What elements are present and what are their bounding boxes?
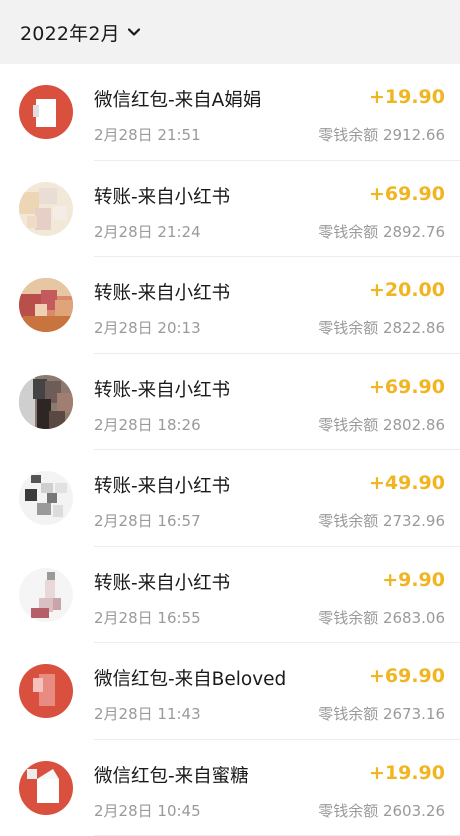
transaction-time: 2月28日 16:57 xyxy=(94,510,201,531)
transaction-row[interactable]: 转账-来自小红书 2月28日 18:26 +69.90 零钱余额 2802.86 xyxy=(0,354,460,451)
transaction-time: 2月28日 21:51 xyxy=(94,124,201,145)
transaction-balance: 零钱余额 2603.26 xyxy=(318,800,445,821)
transaction-row[interactable]: 微信红包-来自蜜糖 2月28日 10:45 +19.90 零钱余额 2603.2… xyxy=(0,740,460,836)
transaction-balance: 零钱余额 2683.06 xyxy=(318,607,445,628)
transaction-time: 2月28日 21:24 xyxy=(94,221,201,242)
transaction-row[interactable]: 转账-来自小红书 2月28日 16:57 +49.90 零钱余额 2732.96 xyxy=(0,450,460,547)
transaction-row[interactable]: 转账-来自小红书 2月28日 16:55 +9.90 零钱余额 2683.06 xyxy=(0,547,460,644)
chevron-down-icon xyxy=(127,25,141,39)
transaction-list: 微信红包-来自A娟娟 2月28日 21:51 +19.90 零钱余额 2912.… xyxy=(0,64,460,836)
red-packet-avatar xyxy=(19,664,73,718)
transaction-amount: +69.90 xyxy=(369,183,445,205)
transaction-balance: 零钱余额 2822.86 xyxy=(318,317,445,338)
blurred-user-avatar xyxy=(19,471,73,525)
transaction-time: 2月28日 20:13 xyxy=(94,317,201,338)
header: 2022年2月 xyxy=(0,0,460,64)
month-label: 2022年2月 xyxy=(20,19,120,46)
transaction-title: 转账-来自小红书 xyxy=(94,472,230,498)
transaction-title: 转账-来自小红书 xyxy=(94,183,230,209)
transaction-amount: +19.90 xyxy=(369,86,445,108)
transaction-title: 微信红包-来自A娟娟 xyxy=(94,86,261,112)
transaction-amount: +69.90 xyxy=(369,376,445,398)
red-packet-avatar xyxy=(19,761,73,815)
transaction-row[interactable]: 转账-来自小红书 2月28日 21:24 +69.90 零钱余额 2892.76 xyxy=(0,161,460,258)
red-packet-avatar xyxy=(19,85,73,139)
transaction-row[interactable]: 微信红包-来自Beloved 2月28日 11:43 +69.90 零钱余额 2… xyxy=(0,643,460,740)
blurred-user-avatar xyxy=(19,375,73,429)
month-selector[interactable]: 2022年2月 xyxy=(20,19,141,46)
transaction-title: 转账-来自小红书 xyxy=(94,376,230,402)
transaction-balance: 零钱余额 2892.76 xyxy=(318,221,445,242)
transaction-balance: 零钱余额 2673.16 xyxy=(318,703,445,724)
transaction-time: 2月28日 10:45 xyxy=(94,800,201,821)
transaction-time: 2月28日 16:55 xyxy=(94,607,201,628)
transaction-title: 转账-来自小红书 xyxy=(94,279,230,305)
transaction-balance: 零钱余额 2732.96 xyxy=(318,510,445,531)
transaction-time: 2月28日 18:26 xyxy=(94,414,201,435)
transaction-amount: +20.00 xyxy=(369,279,445,301)
transaction-title: 微信红包-来自Beloved xyxy=(94,665,286,691)
blurred-user-avatar xyxy=(19,182,73,236)
transaction-amount: +9.90 xyxy=(382,569,445,591)
blurred-user-avatar xyxy=(19,278,73,332)
transaction-time: 2月28日 11:43 xyxy=(94,703,201,724)
transaction-row[interactable]: 微信红包-来自A娟娟 2月28日 21:51 +19.90 零钱余额 2912.… xyxy=(0,64,460,161)
transaction-title: 微信红包-来自蜜糖 xyxy=(94,762,249,788)
transaction-row[interactable]: 转账-来自小红书 2月28日 20:13 +20.00 零钱余额 2822.86 xyxy=(0,257,460,354)
transaction-amount: +49.90 xyxy=(369,472,445,494)
transaction-amount: +69.90 xyxy=(369,665,445,687)
transaction-balance: 零钱余额 2912.66 xyxy=(318,124,445,145)
transaction-balance: 零钱余额 2802.86 xyxy=(318,414,445,435)
blurred-user-avatar xyxy=(19,568,73,622)
transaction-title: 转账-来自小红书 xyxy=(94,569,230,595)
transaction-amount: +19.90 xyxy=(369,762,445,784)
